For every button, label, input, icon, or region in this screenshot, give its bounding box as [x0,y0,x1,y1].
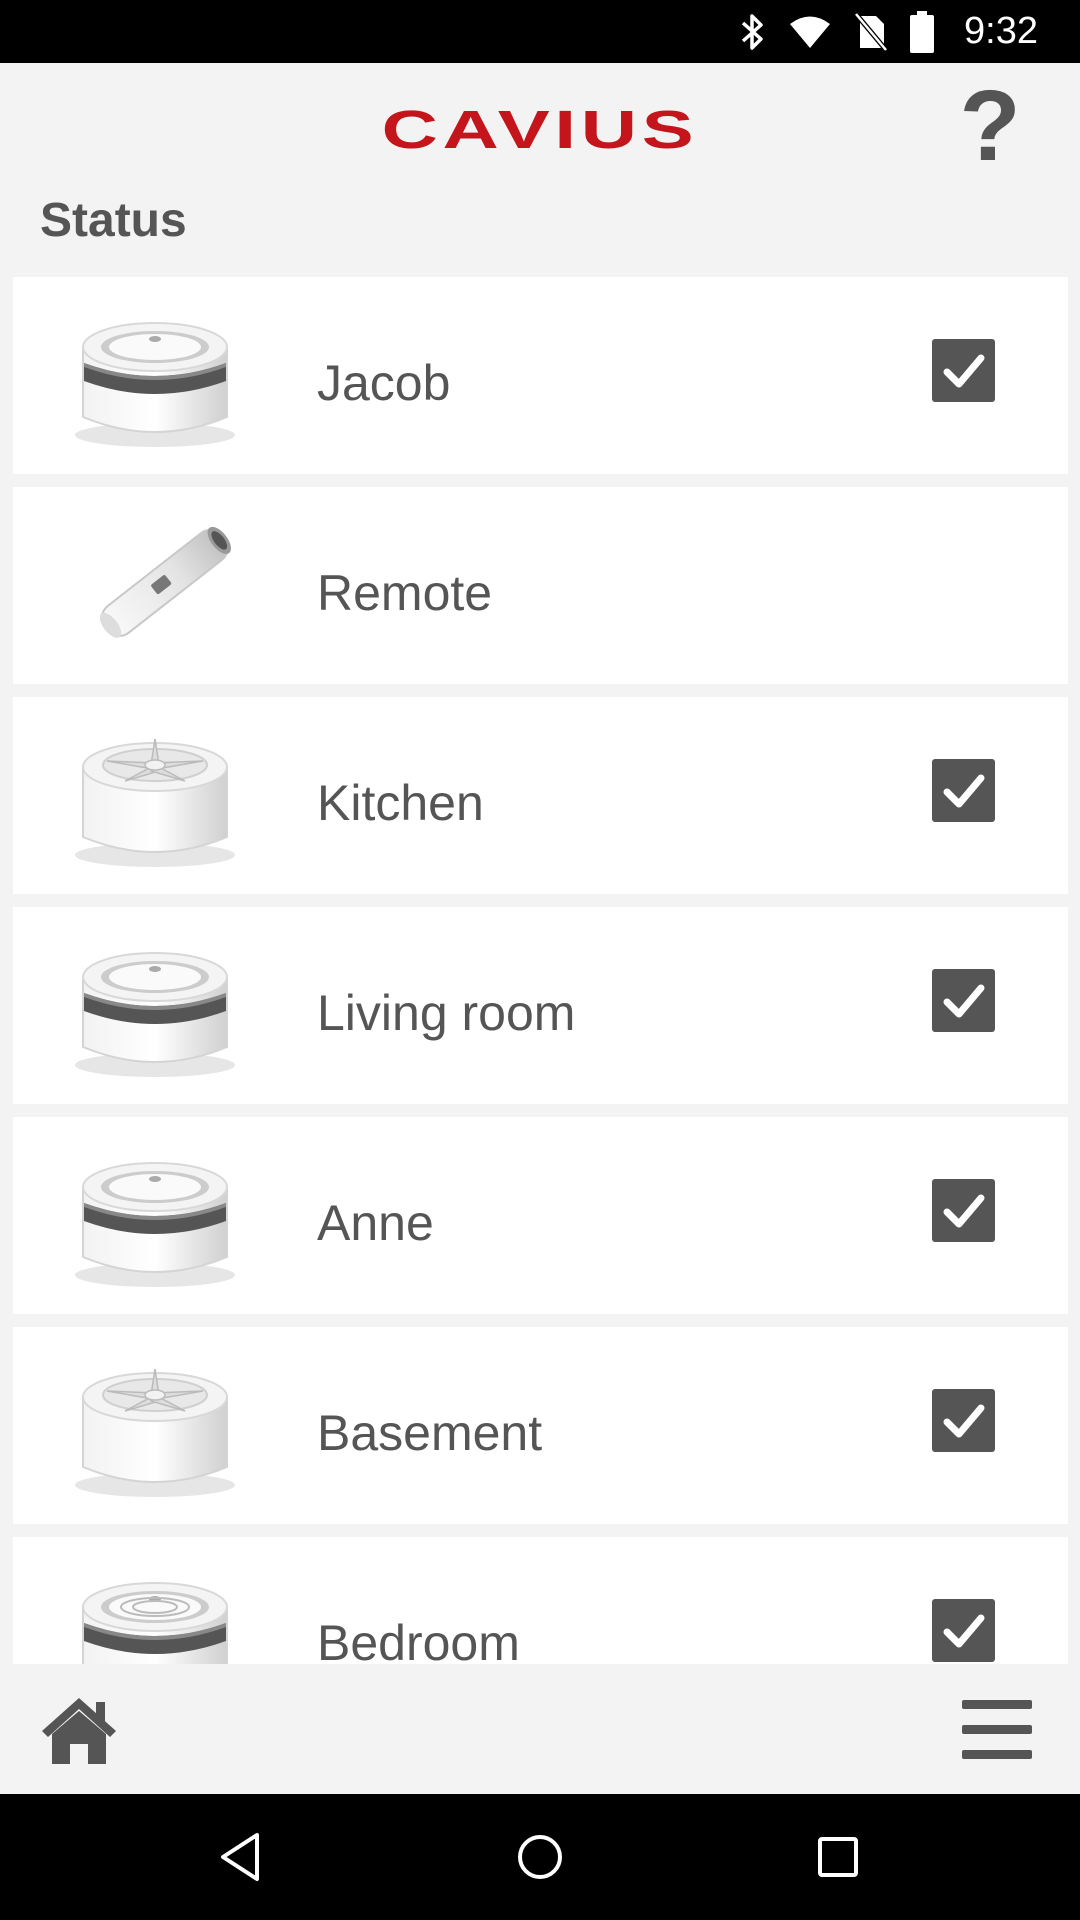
smoke-alarm-icon [63,297,243,457]
heat-alarm-icon [63,717,243,877]
home-circle-icon [518,1835,562,1879]
device-checkbox[interactable] [932,339,995,402]
no-sim-icon [854,11,888,52]
device-checkbox[interactable] [932,759,995,822]
menu-button[interactable] [962,1698,1032,1762]
back-icon [221,1833,259,1881]
nav-home-button[interactable] [510,1827,570,1887]
cavius-logo: CAVIUS [381,98,699,160]
screen: 9:32 CAVIUS ? Status Jacob Remote Kitchen L… [0,0,1080,1920]
device-name: Remote [317,564,493,621]
status-bar: 9:32 [0,0,1080,63]
device-row[interactable]: Remote [13,487,1068,684]
device-checkbox[interactable] [932,1179,995,1242]
device-row[interactable]: Basement [13,1327,1068,1524]
device-checkbox[interactable] [932,1599,995,1662]
device-name: Living room [317,984,576,1041]
device-name: Basement [317,1404,543,1461]
checkmark-icon [943,1194,984,1227]
checkmark-icon [943,1404,984,1437]
home-button[interactable] [38,1694,120,1766]
checkmark-icon [943,354,984,387]
recents-icon [818,1837,858,1877]
bluetooth-icon [740,12,766,52]
smoke-alarm-icon [63,1137,243,1297]
device-name: Kitchen [317,774,484,831]
device-row[interactable]: Anne [13,1117,1068,1314]
remote-control-icon [63,507,243,667]
device-row[interactable]: Living room [13,907,1068,1104]
battery-icon [910,10,935,53]
checkmark-icon [943,1614,984,1647]
help-button[interactable]: ? [950,76,1030,176]
bottom-bar [0,1664,1080,1794]
device-row[interactable]: Jacob [13,277,1068,474]
recents-button[interactable] [808,1827,868,1887]
page-title: Status [40,194,187,247]
status-time: 9:32 [964,10,1038,52]
app-header: CAVIUS ? [0,63,1080,183]
checkmark-icon [943,774,984,807]
app-content: CAVIUS ? Status Jacob Remote Kitchen Living… [0,63,1080,1794]
device-checkbox[interactable] [932,1389,995,1452]
home-icon [42,1698,116,1764]
wifi-icon [788,15,832,49]
hamburger-menu-icon [962,1700,1032,1759]
device-row[interactable]: Kitchen [13,697,1068,894]
device-list: Jacob Remote Kitchen Living room Anne Basemen… [13,277,1068,1747]
android-nav-bar [0,1794,1080,1920]
device-checkbox[interactable] [932,969,995,1032]
device-name: Anne [317,1194,434,1251]
device-name: Jacob [317,354,451,411]
heat-alarm-icon [63,1347,243,1507]
back-button[interactable] [211,1827,271,1887]
smoke-alarm-icon [63,927,243,1087]
checkmark-icon [943,984,984,1017]
